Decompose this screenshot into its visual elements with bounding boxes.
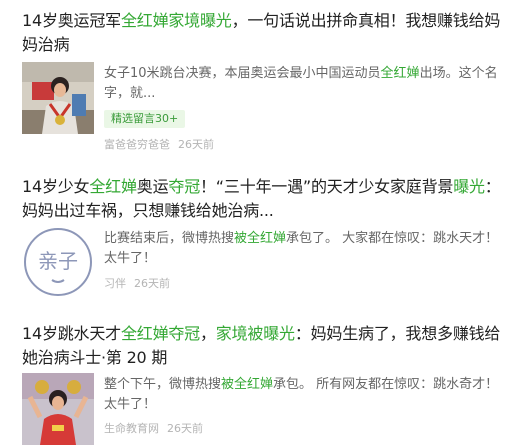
snippet-highlight: 被全红婵 (221, 377, 274, 392)
snippet-text: 女子10米跳台决赛，本届奥运会最小中国运动员 (104, 66, 381, 81)
title-text[interactable]: ， (200, 324, 216, 343)
qinzi-logo-icon[interactable]: 亲子 (22, 226, 94, 298)
title-text[interactable]: ！“三十年一遇”的天才少女家庭背景 (200, 177, 453, 196)
title-text[interactable]: 奥运 (137, 177, 169, 196)
result-meta: 富爸爸穷爸爸 26天前 (104, 138, 214, 152)
title-highlight[interactable]: 全红婵 (89, 177, 137, 196)
title-text[interactable]: 14岁少女 (22, 177, 90, 196)
title-highlight[interactable]: 夺冠 (168, 177, 200, 196)
snippet-text: 比赛结束后，微博热搜 (104, 231, 235, 246)
snippet-highlight: 全红婵 (380, 66, 420, 81)
result-snippet: 女子10米跳台决赛，本届奥运会最小中国运动员全红婵出场。这个名字，就... (104, 64, 499, 104)
result-snippet: 比赛结束后，微博热搜被全红婵承包了。 大家都在惊叹：跳水天才！ 太牛了！ (104, 229, 499, 269)
publish-time: 26天前 (167, 422, 203, 435)
result-meta: 习伴 26天前 (104, 277, 170, 291)
result-title-link[interactable]: 14岁少女全红婵奥运夺冠！“三十年一遇”的天才少女家庭背景曝光：妈妈出过车祸，只… (22, 175, 502, 223)
source-name[interactable]: 富爸爸穷爸爸 (104, 138, 170, 151)
title-highlight[interactable]: 曝光 (453, 177, 485, 196)
publish-time: 26天前 (134, 277, 170, 290)
snippet-text: 整个下午，微博热搜 (104, 377, 222, 392)
title-highlight[interactable]: 全红婵家境曝光 (121, 11, 232, 30)
title-highlight[interactable]: 全红婵夺冠 (121, 324, 200, 343)
publish-time: 26天前 (178, 138, 214, 151)
title-highlight[interactable]: 家境被曝光 (216, 324, 295, 343)
title-text[interactable]: 14岁奥运冠军 (22, 11, 121, 30)
featured-comments-badge[interactable]: 精选留言30+ (104, 110, 186, 128)
source-name[interactable]: 生命教育网 (104, 422, 159, 435)
title-text[interactable]: 14岁跳水天才 (22, 324, 121, 343)
result-title-link[interactable]: 14岁跳水天才全红婵夺冠，家境被曝光：妈妈生病了，我想多赚钱给她治病斗士·第 2… (22, 322, 502, 370)
result-snippet: 整个下午，微博热搜被全红婵承包。 所有网友都在惊叹：跳水奇才！ 太牛了！ (104, 375, 499, 415)
snippet-highlight: 被全红婵 (234, 231, 287, 246)
diver-photo-icon[interactable] (22, 373, 94, 445)
result-title-link[interactable]: 14岁奥运冠军全红婵家境曝光，一句话说出拼命真相！我想赚钱给妈妈治病 (22, 9, 502, 57)
result-meta: 生命教育网 26天前 (104, 422, 203, 436)
athlete-photo-icon[interactable] (22, 62, 94, 134)
source-name[interactable]: 习伴 (104, 277, 126, 290)
qinzi-logo-text: 亲子 (38, 249, 78, 273)
